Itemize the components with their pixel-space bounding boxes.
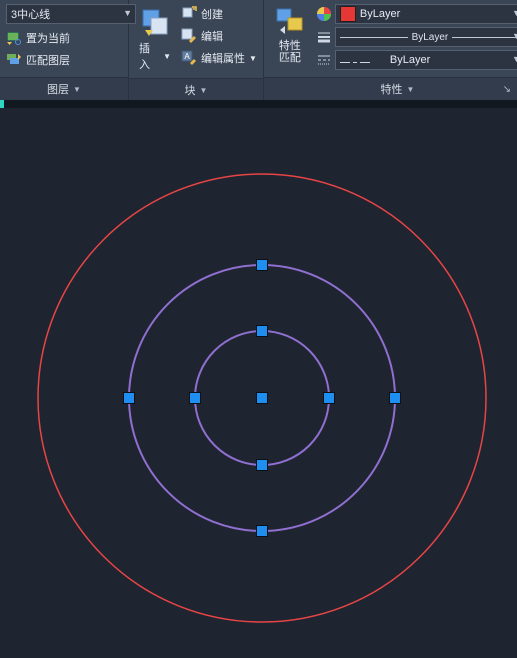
drawing-canvas[interactable] <box>0 108 517 658</box>
edit-icon <box>181 28 197 44</box>
panel-properties-title-label: 特性 <box>380 81 402 97</box>
panel-layers-title-label: 图层 <box>47 81 69 97</box>
match-layer-label: 匹配图层 <box>26 52 70 68</box>
edit-attr-label: 编辑属性 <box>201 50 245 66</box>
color-picker-icon[interactable] <box>316 6 332 22</box>
chevron-down-icon: ▼ <box>123 8 132 18</box>
set-current-icon <box>6 30 22 46</box>
chevron-down-icon: ▼ <box>512 31 517 41</box>
chevron-down-icon: ▼ <box>512 54 517 64</box>
tab-strip <box>0 100 517 108</box>
selection-grip[interactable] <box>324 393 334 403</box>
match-properties-icon <box>274 6 306 38</box>
layer-dropdown-value: 3中心线 <box>11 6 50 22</box>
lineweight-dropdown[interactable]: ByLayer ▼ <box>335 27 517 47</box>
match-properties-button[interactable]: 特性匹配 <box>270 4 310 66</box>
selection-grip[interactable] <box>190 393 200 403</box>
create-block-button[interactable]: 创建 <box>181 6 257 22</box>
selection-grip[interactable] <box>257 460 267 470</box>
linetype-icon[interactable] <box>316 52 332 68</box>
match-properties-label: 特性匹配 <box>279 40 301 64</box>
match-layer-button[interactable]: 匹配图层 <box>6 52 70 68</box>
drawing-svg <box>0 108 517 658</box>
selection-grip[interactable] <box>257 326 267 336</box>
panel-properties: 特性匹配 ByLayer ▼ <box>264 0 517 100</box>
insert-icon <box>139 6 171 38</box>
chevron-down-icon: ▼ <box>200 86 208 95</box>
selection-grip[interactable] <box>257 526 267 536</box>
set-current-button[interactable]: 置为当前 <box>6 30 70 46</box>
selection-grip[interactable] <box>257 260 267 270</box>
color-dropdown[interactable]: ByLayer ▼ <box>335 4 517 24</box>
panel-layers-title[interactable]: 图层 ▼ <box>0 77 128 100</box>
edit-label: 编辑 <box>201 28 223 44</box>
selection-grip[interactable] <box>390 393 400 403</box>
match-layer-icon <box>6 52 22 68</box>
color-swatch <box>340 6 356 22</box>
layer-dropdown[interactable]: 3中心线 ▼ <box>6 4 136 24</box>
set-current-label: 置为当前 <box>26 30 70 46</box>
chevron-down-icon: ▼ <box>73 85 81 94</box>
ribbon: 3中心线 ▼ 置为当前 匹配图层 图层 ▼ <box>0 0 517 100</box>
color-value: ByLayer <box>360 8 400 20</box>
svg-text:A: A <box>184 52 190 61</box>
edit-attr-icon: A <box>181 50 197 66</box>
edit-block-button[interactable]: 编辑 <box>181 28 257 44</box>
panel-block: 插入 ▼ 创建 编辑 <box>129 0 264 100</box>
panel-block-title-label: 块 <box>185 82 196 98</box>
selection-grip[interactable] <box>124 393 134 403</box>
chevron-down-icon: ▼ <box>163 52 171 61</box>
create-icon <box>181 6 197 22</box>
chevron-down-icon: ▼ <box>512 8 517 18</box>
insert-label: 插入 <box>139 40 160 72</box>
chevron-down-icon: ▼ <box>249 54 257 63</box>
linetype-value: ByLayer <box>390 54 430 66</box>
edit-attr-button[interactable]: A 编辑属性 ▼ <box>181 50 257 66</box>
panel-block-title[interactable]: 块 ▼ <box>129 78 263 101</box>
panel-layers: 3中心线 ▼ 置为当前 匹配图层 图层 ▼ <box>0 0 129 100</box>
panel-properties-title[interactable]: 特性 ▼ ↘ <box>264 77 517 100</box>
selection-grip[interactable] <box>257 393 267 403</box>
create-label: 创建 <box>201 6 223 22</box>
insert-button[interactable]: 插入 ▼ <box>135 4 175 74</box>
linetype-dropdown[interactable]: ByLayer ▼ <box>335 50 517 70</box>
dialog-launcher-icon[interactable]: ↘ <box>503 84 511 95</box>
active-tab-indicator <box>0 100 4 108</box>
chevron-down-icon: ▼ <box>406 85 414 94</box>
lineweight-value: ByLayer <box>408 32 453 43</box>
lineweight-icon[interactable] <box>316 29 332 45</box>
